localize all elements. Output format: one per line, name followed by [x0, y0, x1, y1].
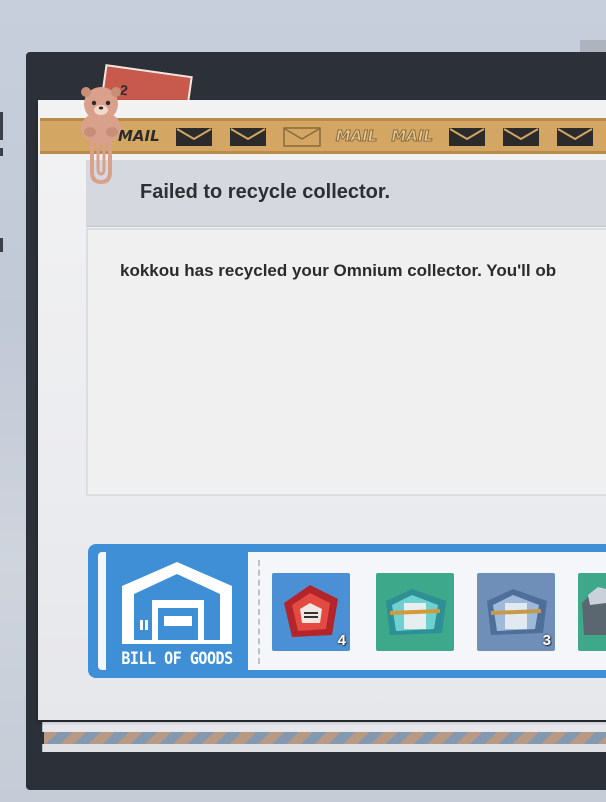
reward-item-partial[interactable] — [578, 573, 606, 651]
partial-item-icon — [582, 587, 606, 635]
envelope-icon — [555, 126, 595, 146]
reward-item-teal-crate[interactable] — [376, 573, 454, 651]
envelope-icon — [447, 126, 487, 146]
paper-stack-edge — [42, 744, 606, 752]
envelope-icon — [282, 126, 322, 147]
reward-item-red-mask[interactable]: 4 — [272, 573, 350, 651]
envelope-icon — [174, 126, 214, 146]
bill-of-goods-label: BILL OF GOODS — [121, 649, 233, 669]
tape-word: MAIL — [335, 127, 378, 146]
mail-message: kokkou has recycled your Omnium collecto… — [120, 261, 557, 280]
paper-stack-edge — [42, 722, 606, 732]
otter-clip-icon — [81, 87, 121, 185]
background-mark — [0, 238, 3, 252]
mail-title: Failed to recycle collector. — [140, 181, 391, 203]
tape-word: MAIL — [391, 127, 434, 146]
reward-item-blue-crate[interactable]: 3 — [477, 573, 555, 651]
item-count: 4 — [337, 632, 346, 649]
bill-divider — [258, 560, 260, 664]
item-count: 3 — [542, 632, 551, 649]
envelope-icon — [228, 126, 268, 146]
teal-crate-icon — [386, 589, 446, 635]
envelope-icon — [501, 126, 541, 146]
background-mark — [0, 112, 3, 140]
background-mark — [0, 148, 3, 156]
warehouse-icon — [122, 562, 232, 644]
